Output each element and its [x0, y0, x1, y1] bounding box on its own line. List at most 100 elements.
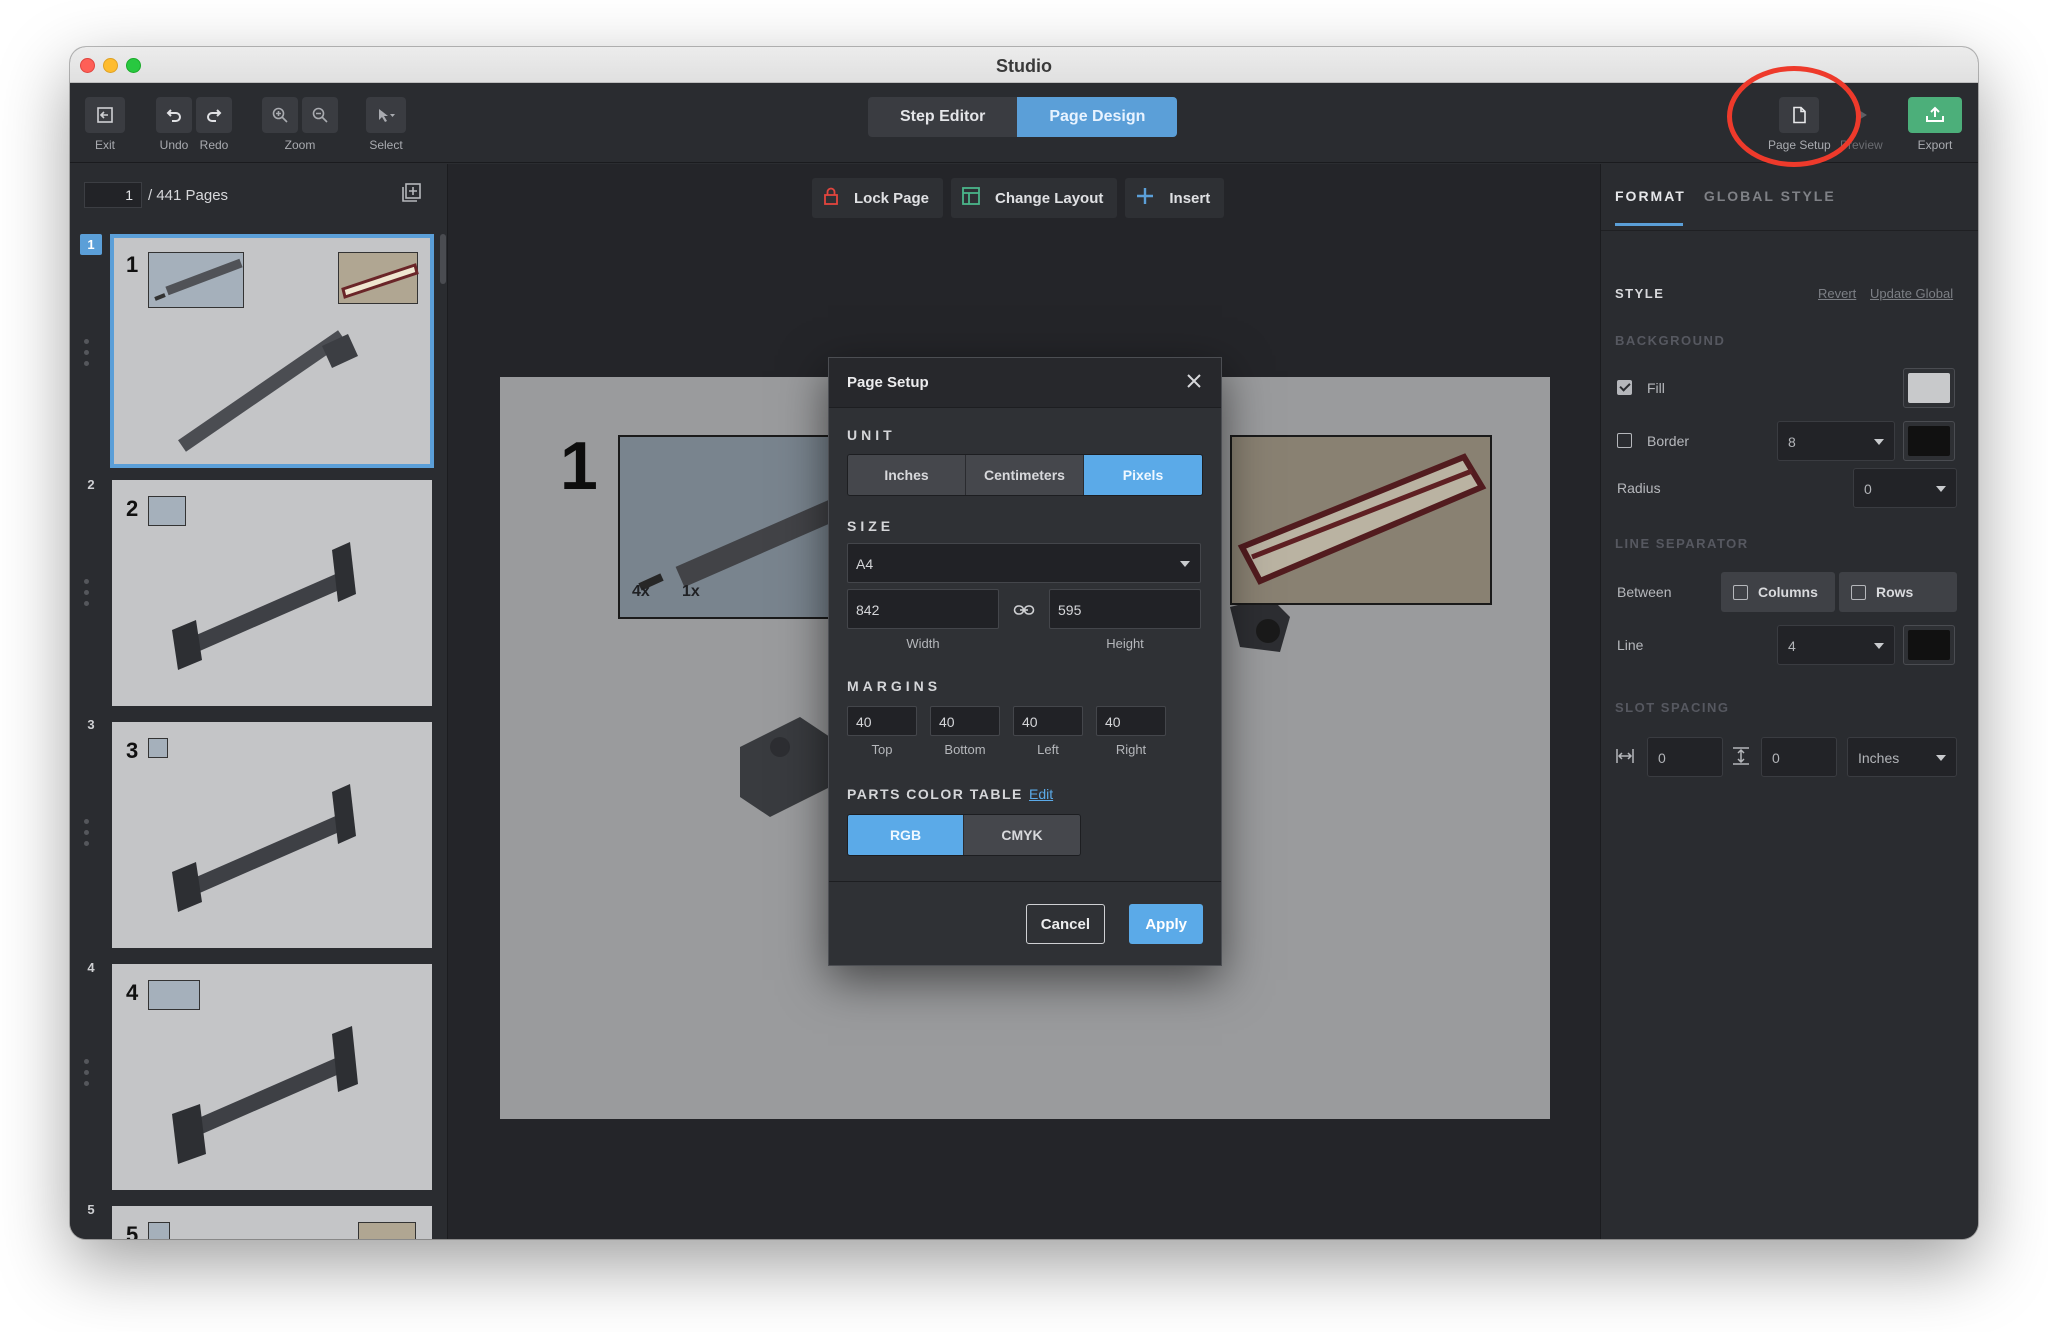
redo-icon	[196, 97, 232, 133]
page-thumbnail[interactable]: 4	[112, 964, 432, 1190]
apply-button[interactable]: Apply	[1129, 904, 1203, 944]
thumbnail-scrollbar[interactable]	[440, 234, 446, 284]
fill-checkbox[interactable]	[1617, 380, 1632, 395]
spacing-unit-select[interactable]: Inches	[1847, 737, 1957, 777]
title-bar: Studio	[70, 47, 1978, 83]
drag-handle-icon[interactable]	[84, 819, 90, 852]
border-color	[1908, 426, 1950, 456]
parts-color-table-heading: PARTS COLOR TABLE	[847, 786, 1023, 802]
line-color-swatch[interactable]	[1903, 625, 1955, 665]
margin-bottom-input[interactable]: 40	[930, 706, 1000, 736]
margin-bottom-value: 40	[939, 714, 955, 730]
link-dimensions-icon[interactable]	[1013, 601, 1035, 624]
lock-page-button[interactable]: Lock Page	[812, 178, 944, 218]
height-input[interactable]: 595	[1049, 589, 1201, 629]
thumb-callout	[148, 1222, 170, 1239]
height-label: Height	[1106, 636, 1144, 651]
page-thumbnail[interactable]: 3	[112, 722, 432, 948]
border-width-select[interactable]: 8	[1777, 421, 1895, 461]
export-icon	[1908, 97, 1962, 133]
change-layout-button[interactable]: Change Layout	[951, 178, 1118, 218]
style-heading: STYLE	[1615, 286, 1665, 301]
lock-page-label: Lock Page	[854, 189, 930, 207]
close-icon[interactable]	[1185, 372, 1203, 395]
line-label: Line	[1617, 637, 1644, 653]
width-input[interactable]: 842	[847, 589, 999, 629]
mode-switch: Step Editor Page Design	[868, 97, 1178, 137]
margin-top-value: 40	[856, 714, 872, 730]
thumb-brick-render	[172, 1026, 358, 1164]
exit-button[interactable]: Exit	[85, 97, 125, 152]
margins-heading: MARGINS	[847, 678, 942, 694]
radius-value: 0	[1864, 481, 1872, 497]
thumb-step-number: 3	[126, 738, 139, 763]
page-design-tab[interactable]: Page Design	[1017, 97, 1178, 137]
revert-link[interactable]: Revert	[1818, 286, 1856, 301]
slot-spacing-heading: SLOT SPACING	[1615, 700, 1730, 715]
thumb-callout	[148, 738, 168, 758]
vertical-spacing-input[interactable]: 0	[1761, 737, 1837, 777]
thumb-step-number: 2	[126, 496, 139, 521]
update-global-link[interactable]: Update Global	[1870, 286, 1953, 301]
between-label: Between	[1617, 584, 1672, 600]
width-value: 842	[856, 602, 880, 618]
page-setup-dialog: Page Setup UNIT Inches Centimeters Pixel…	[828, 357, 1222, 966]
rows-toggle[interactable]: Rows	[1839, 572, 1957, 612]
edit-color-table-link[interactable]: Edit	[1029, 786, 1053, 802]
undo-label: Undo	[159, 138, 189, 152]
fill-label: Fill	[1647, 380, 1665, 396]
canvas-toolbar: Lock Page Change Layout Insert	[812, 178, 1225, 218]
undo-button[interactable]: Undo	[156, 97, 192, 152]
border-checkbox[interactable]	[1617, 433, 1632, 448]
page-thumbnail[interactable]: 1	[110, 234, 434, 468]
color-mode-cmyk[interactable]: CMYK	[964, 815, 1080, 855]
zoom-in-icon[interactable]	[262, 97, 298, 133]
page-thumbnail[interactable]: 2	[112, 480, 432, 706]
format-panel: FORMAT GLOBAL STYLE STYLE Revert Update …	[1600, 164, 1978, 1239]
drag-handle-icon[interactable]	[84, 339, 90, 372]
window-title: Studio	[996, 56, 1052, 76]
insert-button[interactable]: Insert	[1125, 178, 1225, 218]
current-page-input[interactable]: 1	[84, 182, 142, 208]
step-editor-tab[interactable]: Step Editor	[868, 97, 1018, 137]
unit-inches[interactable]: Inches	[848, 455, 966, 495]
horizontal-spacing-input[interactable]: 0	[1647, 737, 1723, 777]
radius-label: Radius	[1617, 480, 1661, 496]
line-separator-heading: LINE SEPARATOR	[1615, 536, 1749, 551]
horizontal-spacing-icon	[1615, 747, 1635, 770]
margin-top-input[interactable]: 40	[847, 706, 917, 736]
line-width-select[interactable]: 4	[1777, 625, 1895, 665]
tab-global-style[interactable]: GLOBAL STYLE	[1704, 188, 1836, 226]
unit-pixels[interactable]: Pixels	[1084, 455, 1202, 495]
chevron-down-icon	[1874, 439, 1884, 445]
chevron-down-icon	[1936, 755, 1946, 761]
rows-checkbox	[1851, 584, 1866, 600]
add-page-icon[interactable]	[400, 182, 422, 209]
unit-centimeters[interactable]: Centimeters	[966, 455, 1084, 495]
margin-bottom-label: Bottom	[944, 742, 986, 757]
zoom-label: Zoom	[284, 138, 316, 152]
margin-right-input[interactable]: 40	[1096, 706, 1166, 736]
tab-format[interactable]: FORMAT	[1615, 188, 1686, 226]
select-tool-button[interactable]: Select	[366, 97, 406, 152]
radius-select[interactable]: 0	[1853, 468, 1957, 508]
margin-left-label: Left	[1037, 742, 1059, 757]
drag-handle-icon[interactable]	[84, 579, 90, 612]
color-mode-rgb[interactable]: RGB	[848, 815, 964, 855]
rows-label: Rows	[1876, 584, 1914, 600]
margin-left-input[interactable]: 40	[1013, 706, 1083, 736]
redo-label: Redo	[199, 138, 229, 152]
fill-color-swatch[interactable]	[1903, 368, 1955, 408]
dialog-footer: Cancel Apply	[829, 881, 1221, 965]
cancel-button[interactable]: Cancel	[1025, 904, 1105, 944]
thumb-step-number: 5	[126, 1222, 139, 1239]
zoom-out-icon[interactable]	[302, 97, 338, 133]
columns-toggle[interactable]: Columns	[1721, 572, 1835, 612]
drag-handle-icon[interactable]	[84, 1059, 90, 1092]
paper-size-select[interactable]: A4	[847, 543, 1201, 583]
page-thumbnail[interactable]: 5	[112, 1206, 432, 1239]
chevron-down-icon	[1936, 486, 1946, 492]
redo-button[interactable]: Redo	[196, 97, 232, 152]
border-color-swatch[interactable]	[1903, 421, 1955, 461]
export-button[interactable]: Export	[1908, 97, 1962, 152]
